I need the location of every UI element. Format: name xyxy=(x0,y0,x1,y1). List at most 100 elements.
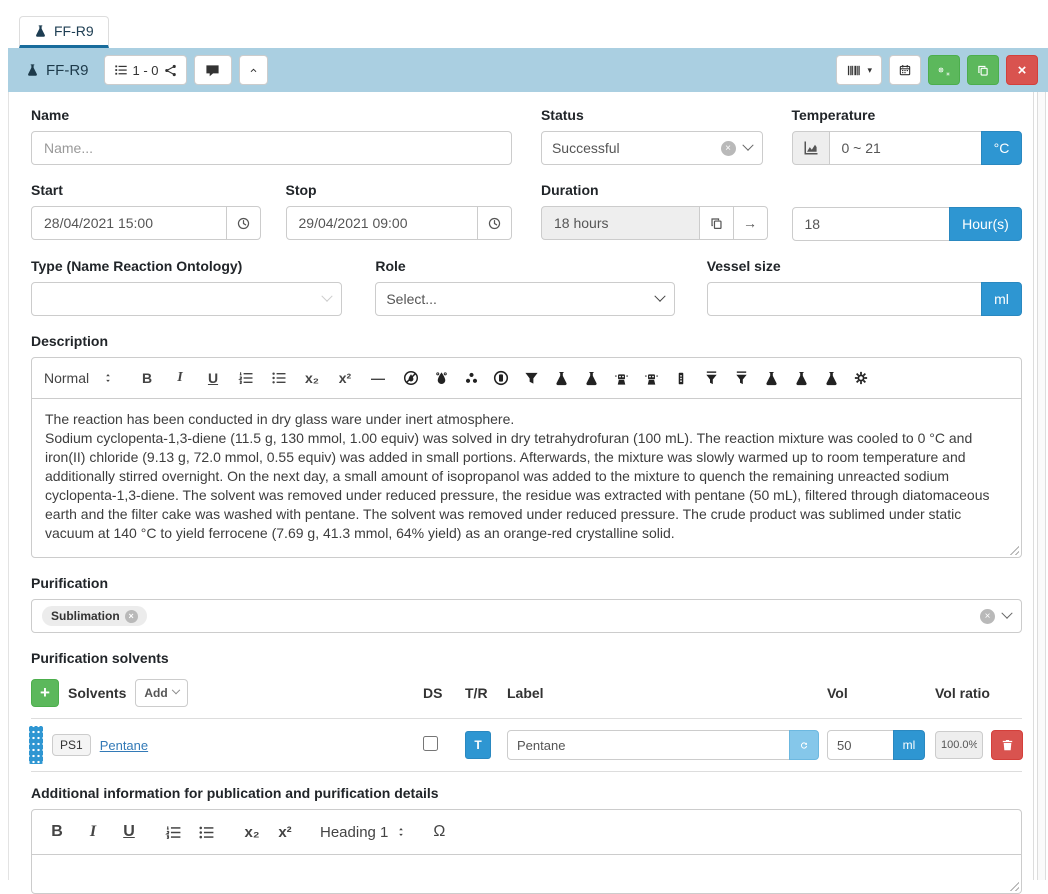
flask-b-icon-button[interactable] xyxy=(580,367,602,389)
filter-funnel-p-icon-button[interactable] xyxy=(520,367,542,389)
underline-button[interactable]: U xyxy=(118,821,140,843)
temperature-input[interactable] xyxy=(829,131,983,165)
superscript-button[interactable]: x² xyxy=(334,367,356,389)
degas-icon-button[interactable] xyxy=(430,367,452,389)
flask-hc-icon-button[interactable] xyxy=(820,367,842,389)
drag-handle[interactable] xyxy=(29,726,43,764)
duration-value-input[interactable] xyxy=(792,207,951,241)
close-icon: × xyxy=(1018,62,1027,79)
cartridge-icon-button[interactable] xyxy=(670,367,692,389)
flask-a-icon-button[interactable] xyxy=(550,367,572,389)
settings-button[interactable] xyxy=(928,55,960,85)
solvent-label-input[interactable] xyxy=(507,730,790,760)
flask-hb-icon-button[interactable] xyxy=(790,367,812,389)
subscript-button[interactable]: x₂ xyxy=(241,821,263,843)
gloved-hand-icon-button[interactable] xyxy=(490,367,512,389)
solvent-name-link[interactable]: Pentane xyxy=(100,738,148,753)
ordered-list-button[interactable] xyxy=(235,367,257,389)
delete-solvent-button[interactable] xyxy=(991,730,1023,760)
solvent-vol-ratio xyxy=(935,731,983,759)
reaction-header-bar: FF-R9 1 - 0 ▾ × xyxy=(8,48,1048,92)
chevron-down-icon xyxy=(742,140,753,151)
bullet-list-button[interactable] xyxy=(195,821,217,843)
purification-clear-icon[interactable]: × xyxy=(980,609,995,624)
chevron-down-icon xyxy=(654,291,665,302)
collapse-button[interactable] xyxy=(239,55,268,85)
description-textarea[interactable]: The reaction has been conducted in dry g… xyxy=(32,399,1021,557)
drop-icon xyxy=(434,371,449,386)
flask-icon xyxy=(764,371,779,386)
additional-info-textarea[interactable] xyxy=(32,855,1021,893)
paste-icon xyxy=(710,216,723,231)
description-line-1: The reaction has been conducted in dry g… xyxy=(45,410,1008,429)
vessel-size-input[interactable] xyxy=(707,282,982,316)
purification-select[interactable]: Sublimation × × xyxy=(31,599,1022,633)
duration-transfer-button[interactable]: → xyxy=(733,206,768,240)
ordered-list-button[interactable] xyxy=(162,821,184,843)
ds-checkbox[interactable] xyxy=(423,736,438,751)
calendar-button[interactable] xyxy=(889,55,921,85)
type-select[interactable] xyxy=(31,282,342,316)
vertical-scrollbar[interactable] xyxy=(1037,92,1046,880)
funnel-arrow-icon xyxy=(734,371,749,386)
close-button[interactable]: × xyxy=(1006,55,1038,85)
status-select[interactable]: Successful × xyxy=(541,131,763,165)
flask-ha-icon-button[interactable] xyxy=(760,367,782,389)
stop-now-button[interactable] xyxy=(477,206,512,240)
heading-select[interactable]: Heading 1 xyxy=(320,824,406,841)
solvent-refresh-button[interactable] xyxy=(789,730,819,760)
omega-button[interactable]: Ω xyxy=(428,821,450,843)
add-dropdown-button[interactable]: Add xyxy=(135,679,187,707)
clock-icon xyxy=(488,216,501,231)
chevron-down-icon xyxy=(171,686,179,694)
tr-toggle-button[interactable]: T xyxy=(465,731,491,759)
description-editor: Normal B I U x₂ x² — xyxy=(31,357,1022,558)
resize-handle[interactable] xyxy=(1008,880,1019,891)
flask-icon xyxy=(794,371,809,386)
comments-button[interactable] xyxy=(194,55,232,85)
status-clear-icon[interactable]: × xyxy=(721,141,736,156)
robot-b-icon-button[interactable] xyxy=(640,367,662,389)
column-label: Label xyxy=(507,685,819,701)
underline-button[interactable]: U xyxy=(202,367,224,389)
format-select[interactable]: Normal xyxy=(44,370,136,386)
dry-solvent-icon-button[interactable] xyxy=(400,367,422,389)
bold-button[interactable]: B xyxy=(46,821,68,843)
add-solvent-button[interactable]: + xyxy=(31,679,59,707)
funnel-in-icon-button[interactable] xyxy=(700,367,722,389)
start-input[interactable] xyxy=(31,206,227,240)
barcode-print-button[interactable]: ▾ xyxy=(836,55,882,85)
vessel-unit-button[interactable]: ml xyxy=(981,282,1022,316)
solvent-vol-input[interactable] xyxy=(827,730,894,760)
duration-unit-button[interactable]: Hour(s) xyxy=(949,207,1022,241)
name-input[interactable] xyxy=(31,131,512,165)
refresh-icon xyxy=(800,739,808,752)
resize-handle[interactable] xyxy=(1008,544,1019,555)
start-now-button[interactable] xyxy=(226,206,261,240)
role-select[interactable]: Select... xyxy=(375,282,674,316)
bold-button[interactable]: B xyxy=(136,367,158,389)
molecule-dots-icon-button[interactable] xyxy=(460,367,482,389)
barcode-icon xyxy=(846,63,862,78)
solvents-header-row: + Solvents Add DS T/R Label Vol Vol rati… xyxy=(31,674,1022,719)
tag-remove-icon[interactable]: × xyxy=(125,610,138,623)
subscript-button[interactable]: x₂ xyxy=(301,367,323,389)
superscript-button[interactable]: x² xyxy=(274,821,296,843)
temperature-chart-button[interactable] xyxy=(792,131,830,165)
tab-ff-r9[interactable]: FF-R9 xyxy=(19,16,109,48)
duplicate-button[interactable] xyxy=(967,55,999,85)
temperature-unit-button[interactable]: °C xyxy=(981,131,1022,165)
solvent-short-label: PS1 xyxy=(52,734,91,756)
italic-button[interactable]: I xyxy=(82,821,104,843)
stop-input[interactable] xyxy=(286,206,479,240)
dash-button[interactable]: — xyxy=(367,367,389,389)
bullet-list-button[interactable] xyxy=(268,367,290,389)
toolbar-settings-button[interactable] xyxy=(850,367,872,389)
temperature-label: Temperature xyxy=(792,107,1023,123)
italic-button[interactable]: I xyxy=(169,367,191,389)
robot-a-icon-button[interactable] xyxy=(610,367,632,389)
reaction-title-label: FF-R9 xyxy=(46,62,89,79)
duration-copy-button[interactable] xyxy=(699,206,734,240)
funnel-out-icon-button[interactable] xyxy=(730,367,752,389)
sample-counter-button[interactable]: 1 - 0 xyxy=(104,55,187,85)
